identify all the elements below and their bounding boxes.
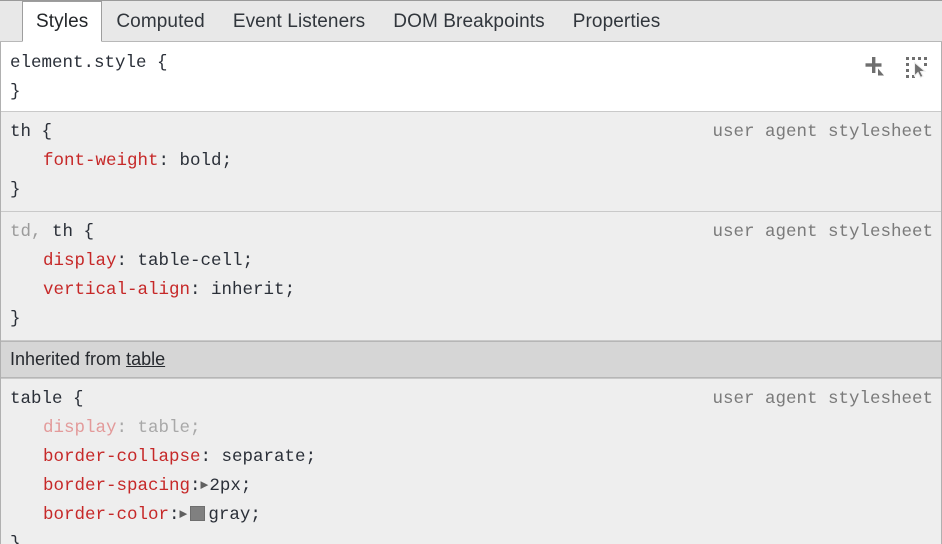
- property-name[interactable]: border-color: [43, 505, 169, 525]
- style-panel-actions: [861, 54, 929, 80]
- colon: :: [200, 447, 222, 467]
- property-name[interactable]: border-collapse: [43, 447, 201, 467]
- semicolon: ;: [305, 447, 317, 467]
- colon: :: [169, 505, 180, 525]
- tab-properties-label: Properties: [572, 10, 661, 32]
- property-name[interactable]: border-spacing: [43, 476, 190, 496]
- element-state-icon[interactable]: [903, 54, 929, 80]
- semicolon: ;: [242, 251, 254, 271]
- close-brace: }: [10, 180, 21, 200]
- tab-styles-label: Styles: [36, 10, 89, 32]
- inherited-source-link[interactable]: table: [126, 349, 165, 369]
- property-value[interactable]: separate: [222, 447, 306, 467]
- property-name[interactable]: display: [43, 251, 117, 271]
- colon: :: [116, 418, 138, 438]
- property-name[interactable]: display: [43, 418, 117, 438]
- close-brace: }: [10, 309, 21, 329]
- close-brace: }: [10, 534, 21, 544]
- property-value[interactable]: 2px: [209, 476, 241, 496]
- property-value[interactable]: inherit: [211, 280, 285, 300]
- colon: :: [158, 151, 180, 171]
- property-name[interactable]: vertical-align: [43, 280, 190, 300]
- style-rules-list[interactable]: element.style { } user agent stylesheet …: [0, 42, 942, 544]
- declaration[interactable]: font-weight: bold;: [10, 147, 931, 176]
- property-value[interactable]: table: [138, 418, 191, 438]
- colon: :: [116, 251, 138, 271]
- tab-event-listeners-label: Event Listeners: [232, 10, 366, 32]
- selector-text: th: [52, 222, 74, 242]
- property-value[interactable]: table-cell: [138, 251, 243, 271]
- selector-text: table: [10, 389, 63, 409]
- open-brace: {: [146, 53, 168, 73]
- semicolon: ;: [221, 151, 233, 171]
- expand-triangle-icon[interactable]: ▶: [201, 471, 209, 500]
- open-brace: {: [31, 122, 53, 142]
- tab-event-listeners[interactable]: Event Listeners: [219, 1, 379, 42]
- tab-dom-breakpoints-label: DOM Breakpoints: [393, 10, 545, 32]
- rule-origin-label: user agent stylesheet: [712, 222, 933, 242]
- colon: :: [190, 280, 212, 300]
- inherited-from-header: Inherited from table: [1, 341, 941, 378]
- rule-th[interactable]: user agent stylesheet th { font-weight: …: [1, 111, 941, 212]
- tab-styles[interactable]: Styles: [22, 1, 103, 42]
- declaration[interactable]: border-collapse: separate;: [10, 443, 931, 472]
- expand-triangle-icon[interactable]: ▶: [180, 500, 188, 529]
- declaration[interactable]: border-color:▶ gray;: [10, 501, 931, 530]
- rule-selector[interactable]: element.style {: [10, 49, 931, 78]
- declaration-inactive[interactable]: display: table;: [10, 414, 931, 443]
- semicolon: ;: [284, 280, 296, 300]
- close-brace: }: [10, 82, 21, 102]
- tab-dom-breakpoints[interactable]: DOM Breakpoints: [379, 1, 558, 42]
- devtools-tab-bar: Styles Computed Event Listeners DOM Brea…: [0, 0, 942, 42]
- inherited-from-label: Inherited from: [10, 349, 127, 369]
- rule-td-th[interactable]: user agent stylesheet td, th { display: …: [1, 212, 941, 341]
- tab-computed-label: Computed: [116, 10, 205, 32]
- open-brace: {: [62, 389, 84, 409]
- tab-properties[interactable]: Properties: [559, 1, 675, 42]
- rule-table[interactable]: user agent stylesheet table { display: t…: [1, 378, 941, 544]
- selector-text: th: [10, 122, 32, 142]
- open-brace: {: [73, 222, 95, 242]
- property-name[interactable]: font-weight: [43, 151, 159, 171]
- declaration[interactable]: border-spacing:▶2px;: [10, 472, 931, 501]
- declaration[interactable]: display: table-cell;: [10, 247, 931, 276]
- semicolon: ;: [190, 418, 201, 438]
- rule-origin-label: user agent stylesheet: [712, 122, 933, 142]
- property-value[interactable]: gray: [208, 505, 250, 525]
- colon: :: [190, 476, 201, 496]
- plus-icon[interactable]: [861, 54, 887, 80]
- tab-computed[interactable]: Computed: [102, 1, 218, 42]
- semicolon: ;: [240, 476, 252, 496]
- selector-dim: td,: [10, 222, 53, 242]
- color-swatch[interactable]: [190, 506, 206, 521]
- rule-element-style[interactable]: element.style { }: [1, 42, 941, 111]
- selector-text: element.style: [10, 53, 147, 73]
- semicolon: ;: [250, 505, 261, 525]
- styles-panel: Styles Computed Event Listeners DOM Brea…: [0, 0, 942, 544]
- declaration[interactable]: vertical-align: inherit;: [10, 276, 931, 305]
- rule-origin-label: user agent stylesheet: [712, 389, 933, 409]
- property-value[interactable]: bold: [180, 151, 222, 171]
